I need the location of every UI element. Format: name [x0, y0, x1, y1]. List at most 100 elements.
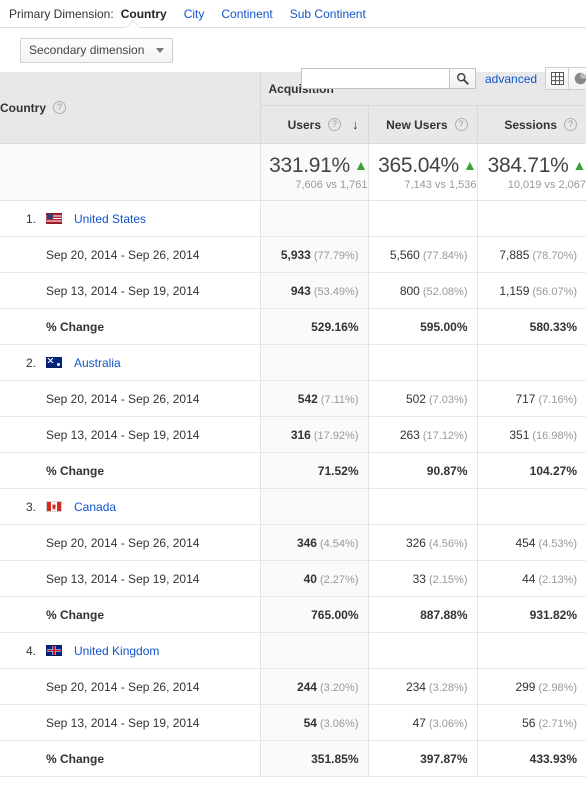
flag-icon-us — [46, 213, 62, 224]
country-title-spacer-sessions — [476, 200, 586, 237]
country-link[interactable]: United States — [74, 212, 146, 226]
metric-value-cell: 502 (7.03%) — [367, 380, 477, 417]
percent-change-value: 529.16% — [259, 308, 368, 345]
previous-period-row: Sep 13, 2014 - Sep 19, 2014 40 (2.27%) 33 (2… — [0, 560, 586, 597]
metric-percent: (2.13%) — [538, 573, 578, 586]
metric-value: 5,933 — [280, 247, 311, 262]
summary-users-cell: 331.91% ▲ 7,606 vs 1,761 — [259, 143, 368, 201]
metric-percent: (3.06%) — [319, 717, 359, 730]
metric-value: 299 — [515, 679, 536, 694]
metric-percent: (2.98%) — [538, 681, 578, 694]
metric-value: 351 — [509, 427, 530, 442]
search-input[interactable] — [301, 68, 449, 89]
secondary-dimension-button[interactable]: Secondary dimension — [20, 37, 174, 63]
pie-view-button[interactable] — [569, 67, 586, 90]
country-title-spacer-new-users — [367, 488, 477, 525]
country-link[interactable]: Canada — [74, 500, 116, 514]
metric-value: 346 — [296, 535, 317, 550]
metric-value-cell: 54 (3.06%) — [259, 704, 368, 741]
help-icon-users[interactable]: ? — [328, 118, 341, 131]
primary-dimension-tab-city[interactable]: City — [184, 7, 205, 21]
country-title-spacer-new-users — [367, 344, 477, 381]
metric-value: 943 — [290, 283, 311, 298]
table-view-button[interactable] — [545, 67, 569, 90]
percent-change-value: 765.00% — [259, 596, 368, 633]
country-rank: 4. — [25, 643, 36, 658]
percent-change-value: 580.33% — [476, 308, 586, 345]
metric-header-new-users[interactable]: New Users ? — [367, 105, 477, 144]
help-icon-new-users[interactable]: ? — [454, 118, 468, 131]
metric-percent: (17.12%) — [422, 429, 468, 442]
flag-icon-au — [46, 357, 62, 368]
previous-period-row: Sep 13, 2014 - Sep 19, 2014 943 (53.49%) 80… — [0, 272, 586, 309]
search-button[interactable] — [449, 68, 476, 89]
maple-leaf-icon — [51, 503, 57, 510]
country-rank: 3. — [25, 499, 36, 514]
metric-percent: (56.07%) — [532, 285, 578, 298]
metric-value: 316 — [290, 427, 311, 442]
secondary-dimension-label: Secondary dimension — [29, 43, 145, 57]
pie-chart-icon — [574, 72, 586, 85]
primary-dimension-tab-country[interactable]: Country — [121, 7, 167, 21]
metric-header-users[interactable]: Users ? ↓ — [259, 105, 368, 144]
percent-change-value: 887.88% — [367, 596, 477, 633]
country-rank: 2. — [25, 355, 36, 370]
country-name-cell: 4. United Kingdom — [0, 632, 261, 669]
dimension-header-cell: Country ? — [0, 72, 261, 144]
metric-value: 1,159 — [499, 283, 530, 298]
metric-value: 244 — [296, 679, 317, 694]
trend-up-icon-users: ▲ — [353, 156, 368, 173]
summary-totals-row: 331.91% ▲ 7,606 vs 1,761 365.04% ▲ 7,143 v… — [0, 143, 586, 201]
percent-change-row: % Change 71.52% 90.87% 104.27% — [0, 452, 586, 489]
metric-value-cell: 33 (2.15%) — [367, 560, 477, 597]
primary-dimension-tab-sub-continent[interactable]: Sub Continent — [290, 7, 366, 21]
help-icon-sessions[interactable]: ? — [564, 118, 578, 131]
metric-value-cell: 326 (4.56%) — [367, 524, 477, 561]
country-title-row: 3. Canada — [0, 488, 586, 525]
period-label-cell: Sep 20, 2014 - Sep 26, 2014 — [0, 668, 261, 705]
current-period-row: Sep 20, 2014 - Sep 26, 2014 5,933 (77.79%)… — [0, 236, 586, 273]
help-icon-country[interactable]: ? — [53, 101, 66, 114]
metric-percent: (7.03%) — [428, 393, 468, 406]
previous-period-row: Sep 13, 2014 - Sep 19, 2014 54 (3.06%) 47 (3… — [0, 704, 586, 741]
metric-value-cell: 263 (17.12%) — [367, 416, 477, 453]
primary-dimension-tab-continent[interactable]: Continent — [221, 7, 272, 21]
advanced-link[interactable]: advanced — [485, 72, 537, 86]
summary-sessions-cell: 384.71% ▲ 10,019 vs 2,067 — [476, 143, 586, 201]
country-title-spacer-users — [259, 488, 368, 525]
current-period-row: Sep 20, 2014 - Sep 26, 2014 346 (4.54%) 326… — [0, 524, 586, 561]
metric-value-cell: 44 (2.13%) — [476, 560, 586, 597]
metric-value: 263 — [399, 427, 420, 442]
metric-value: 717 — [515, 391, 536, 406]
metric-percent: (2.27%) — [319, 573, 359, 586]
metric-header-sessions[interactable]: Sessions ? — [476, 105, 586, 144]
metric-percent: (7.16%) — [538, 393, 578, 406]
metric-value: 502 — [405, 391, 426, 406]
sort-descending-icon[interactable]: ↓ — [352, 118, 359, 131]
metric-percent: (4.54%) — [319, 537, 359, 550]
metric-value-cell: 40 (2.27%) — [259, 560, 368, 597]
summary-new-users-percent: 365.04% — [378, 153, 459, 177]
metric-percent: (3.20%) — [319, 681, 359, 694]
country-name-cell: 3. Canada — [0, 488, 261, 525]
country-rows-container: 1. United States Sep 20, 2014 - Sep 26, 20… — [0, 200, 586, 777]
current-period-row: Sep 20, 2014 - Sep 26, 2014 542 (7.11%) 502… — [0, 380, 586, 417]
metric-value-cell: 47 (3.06%) — [367, 704, 477, 741]
summary-new-users-comparison: 7,143 vs 1,536 — [404, 178, 477, 191]
table-controls-row: Secondary dimension advanced — [0, 28, 586, 90]
country-link[interactable]: United Kingdom — [74, 644, 159, 658]
primary-dimension-label: Primary Dimension: — [9, 6, 114, 21]
period-label-cell: Sep 13, 2014 - Sep 19, 2014 — [0, 416, 261, 453]
metric-value-cell: 346 (4.54%) — [259, 524, 368, 561]
primary-dimension-bar: Primary Dimension: Country City Continen… — [0, 0, 586, 28]
summary-sessions-comparison: 10,019 vs 2,067 — [507, 178, 586, 191]
country-link[interactable]: Australia — [74, 356, 121, 370]
country-title-spacer-new-users — [367, 632, 477, 669]
metric-value: 454 — [515, 535, 536, 550]
trend-up-icon-new-users: ▲ — [462, 156, 477, 173]
metric-value: 44 — [522, 571, 536, 586]
country-title-row: 2. Australia — [0, 344, 586, 381]
metric-percent: (3.28%) — [428, 681, 468, 694]
flag-icon-gb — [46, 645, 62, 656]
metric-value-cell: 542 (7.11%) — [259, 380, 368, 417]
